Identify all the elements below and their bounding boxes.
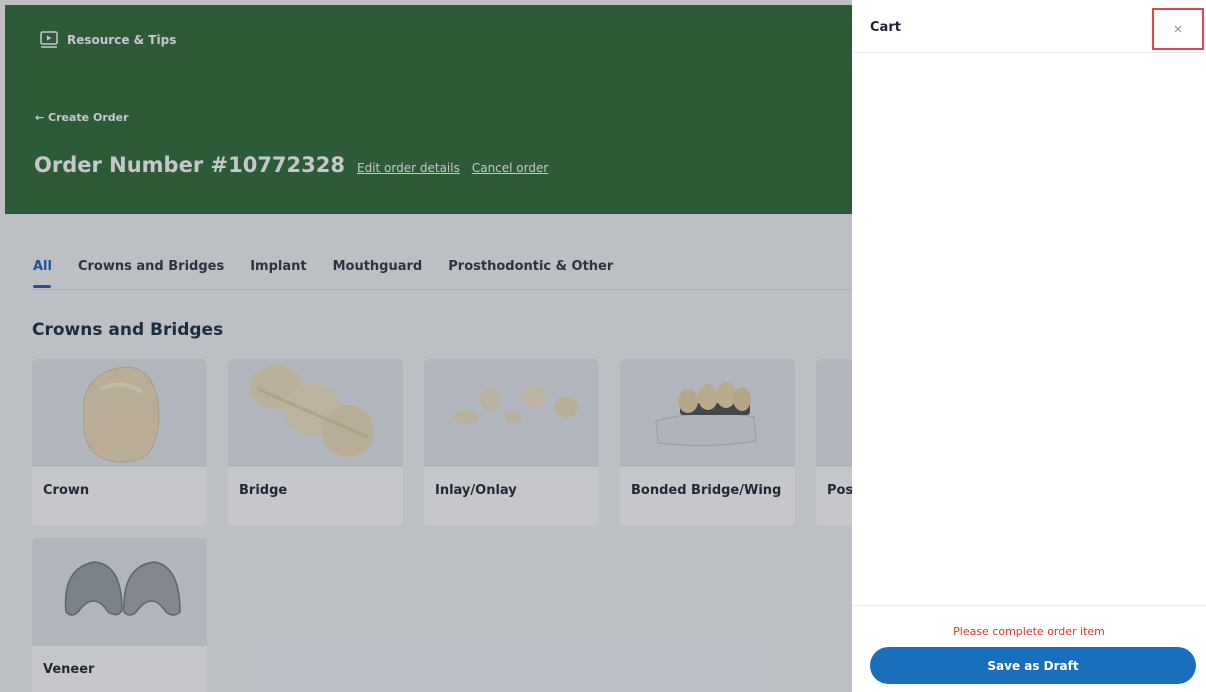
save-as-draft-button[interactable]: Save as Draft (870, 647, 1196, 684)
cart-title: Cart (870, 20, 901, 35)
cart-drawer: Cart × Please complete order item Save a… (852, 0, 1206, 692)
cart-header: Cart × (852, 0, 1206, 53)
order-item-error-message: Please complete order item (953, 625, 1105, 638)
close-icon: × (1173, 20, 1183, 38)
modal-backdrop[interactable] (0, 0, 852, 692)
close-cart-button[interactable]: × (1152, 8, 1204, 50)
order-page: Resource & Tips ← Create Order Order Num… (0, 0, 852, 692)
